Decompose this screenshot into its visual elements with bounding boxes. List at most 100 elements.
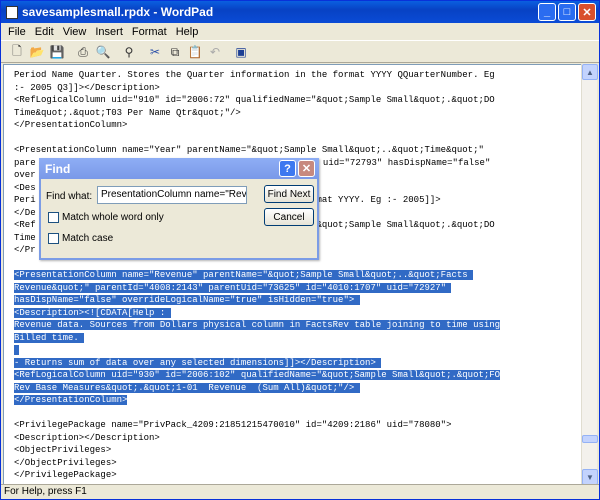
- vertical-scrollbar[interactable]: ▲ ▼: [581, 64, 598, 485]
- text-line: <PrivilegePackage name="PrivPack_4209:21…: [14, 419, 500, 432]
- text-line: Revenue&quot;" parentId="4008:2143" pare…: [14, 282, 500, 295]
- toolbar: 🗋 📂 💾 ⎙ 🔍 ⚲ ✂ ⧉ 📋 ↶ ▣: [1, 42, 599, 63]
- paste-icon[interactable]: 📋: [187, 44, 203, 60]
- close-button[interactable]: ✕: [578, 3, 596, 21]
- document-text[interactable]: Period Name Quarter. Stores the Quarter …: [14, 69, 501, 482]
- help-icon[interactable]: ?: [279, 160, 296, 177]
- line-text: <Description></Description>: [14, 432, 160, 443]
- line-text: - Returns sum of data over any selected …: [14, 357, 382, 368]
- line-text: Time: [14, 232, 36, 243]
- status-text: For Help, press F1: [4, 486, 87, 497]
- find-dialog-title: Find: [45, 161, 71, 176]
- title-bar[interactable]: savesamplesmall.rpdx - WordPad _ □ ✕: [1, 1, 599, 23]
- maximize-button[interactable]: □: [558, 3, 576, 21]
- text-line: <Description></Description>: [14, 432, 500, 445]
- new-icon[interactable]: 🗋: [9, 44, 25, 60]
- cancel-button[interactable]: Cancel: [264, 208, 314, 226]
- line-text: </PresentationColumn>: [14, 120, 128, 130]
- menu-file[interactable]: File: [5, 26, 32, 38]
- text-line: Time&quot;.&quot;T03 Per Name Qtr&quot;"…: [14, 107, 500, 120]
- line-text: <Description><![CDATA[Help :: [14, 307, 171, 318]
- line-text-right: 685" uid="72793" hasDispName="false": [295, 157, 491, 168]
- match-whole-word-checkbox[interactable]: Match whole word only: [48, 212, 164, 223]
- match-whole-word-label: Match whole word only: [62, 212, 164, 223]
- copy-icon[interactable]: ⧉: [167, 44, 183, 60]
- open-icon[interactable]: 📂: [29, 44, 45, 60]
- find-what-label: Find what:: [46, 191, 93, 202]
- status-bar: For Help, press F1: [1, 484, 599, 498]
- save-icon[interactable]: 💾: [49, 44, 65, 60]
- text-line: - Returns sum of data over any selected …: [14, 357, 500, 370]
- match-case-checkbox[interactable]: Match case: [48, 233, 113, 244]
- find-what-input[interactable]: PresentationColumn name="Revenue": [97, 186, 247, 204]
- insert-object-icon[interactable]: ▣: [233, 44, 249, 60]
- checkbox-icon[interactable]: [48, 233, 59, 244]
- text-line: <RefLogicalColumn uid="910" id="2006:72"…: [14, 94, 500, 107]
- wordpad-app-icon: [6, 5, 18, 19]
- line-text: </Pr: [14, 245, 36, 255]
- scroll-down-icon[interactable]: ▼: [582, 469, 598, 485]
- text-line: <PresentationColumn name="Revenue" paren…: [14, 269, 500, 282]
- line-text: Revenue&quot;" parentId="4008:2143" pare…: [14, 282, 452, 293]
- line-text: Revenue data. Sources from Dollars physi…: [14, 320, 501, 330]
- line-text: Time&quot;.&quot;T03 Per Name Qtr&quot;"…: [14, 107, 241, 118]
- line-text: <ObjectPrivileges>: [14, 445, 112, 455]
- text-line: [14, 344, 500, 357]
- menu-view[interactable]: View: [60, 26, 93, 38]
- text-line: </PresentationColumn>: [14, 119, 500, 132]
- line-text: <Des: [14, 182, 36, 193]
- find-dialog-title-bar[interactable]: Find ? ✕: [39, 158, 319, 179]
- line-text: <PrivilegePackage name="PrivPack_4209:21…: [14, 420, 452, 430]
- text-line: Rev Base Measures&quot;.&quot;1-01 Reven…: [14, 382, 500, 395]
- line-text: hasDispName="false" overrideLogicalName=…: [14, 295, 360, 305]
- line-text: Peri: [14, 195, 36, 205]
- line-text: <Ref: [14, 220, 36, 230]
- menu-help[interactable]: Help: [173, 26, 205, 38]
- find-dialog: Find ? ✕ Find what: PresentationColumn n…: [39, 158, 319, 260]
- document-editor[interactable]: Period Name Quarter. Stores the Quarter …: [3, 64, 583, 485]
- text-line: <Description><![CDATA[Help :: [14, 307, 500, 320]
- line-text: pare: [14, 157, 36, 168]
- line-text: Billed time.: [14, 332, 85, 343]
- menu-format[interactable]: Format: [129, 26, 173, 38]
- print-preview-icon[interactable]: 🔍: [95, 44, 111, 60]
- line-text: Period Name Quarter. Stores the Quarter …: [14, 70, 495, 80]
- find-next-button[interactable]: Find Next: [264, 185, 314, 203]
- minimize-button[interactable]: _: [538, 3, 556, 21]
- line-text: <RefLogicalColumn uid="930" id="2006:102…: [14, 370, 501, 380]
- text-line: :- 2005 Q3]]></Description>: [14, 82, 500, 95]
- cut-icon[interactable]: ✂: [147, 44, 163, 60]
- checkbox-icon[interactable]: [48, 212, 59, 223]
- text-line: </PresentationColumn>: [14, 394, 500, 407]
- text-line: hasDispName="false" overrideLogicalName=…: [14, 294, 500, 307]
- scroll-thumb[interactable]: [582, 435, 598, 443]
- menu-edit[interactable]: Edit: [32, 26, 60, 38]
- text-line: </PrivilegePackage>: [14, 469, 500, 482]
- print-icon[interactable]: ⎙: [75, 44, 91, 60]
- undo-icon[interactable]: ↶: [207, 44, 223, 60]
- find-icon[interactable]: ⚲: [121, 44, 137, 60]
- text-line: <RefLogicalColumn uid="930" id="2006:102…: [14, 369, 501, 382]
- match-case-label: Match case: [62, 233, 114, 244]
- text-line: [14, 132, 500, 145]
- text-line: Billed time.: [14, 332, 500, 345]
- close-dialog-icon[interactable]: ✕: [298, 160, 315, 177]
- line-text: :- 2005 Q3]]></Description>: [14, 82, 160, 93]
- line-text: </De: [14, 207, 36, 218]
- text-line: Revenue data. Sources from Dollars physi…: [14, 319, 501, 332]
- menu-bar: File Edit View Insert Format Help: [1, 23, 599, 41]
- line-text: </PrivilegePackage>: [14, 470, 117, 480]
- line-text: <PresentationColumn name="Year" parentNa…: [14, 145, 484, 155]
- text-line: Period Name Quarter. Stores the Quarter …: [14, 69, 500, 82]
- line-text: </ObjectPrivileges>: [14, 457, 117, 468]
- menu-insert[interactable]: Insert: [92, 26, 129, 38]
- text-line: [14, 407, 500, 420]
- text-line: <ObjectPrivileges>: [14, 444, 500, 457]
- text-line: </ObjectPrivileges>: [14, 457, 500, 470]
- line-text: <RefLogicalColumn uid="910" id="2006:72"…: [14, 95, 495, 105]
- line-text: over: [14, 170, 36, 180]
- line-text: </PresentationColumn>: [14, 395, 128, 405]
- scroll-up-icon[interactable]: ▲: [582, 64, 598, 80]
- text-line: <PresentationColumn name="Year" parentNa…: [14, 144, 500, 157]
- window-title: savesamplesmall.rpdx - WordPad: [22, 5, 214, 19]
